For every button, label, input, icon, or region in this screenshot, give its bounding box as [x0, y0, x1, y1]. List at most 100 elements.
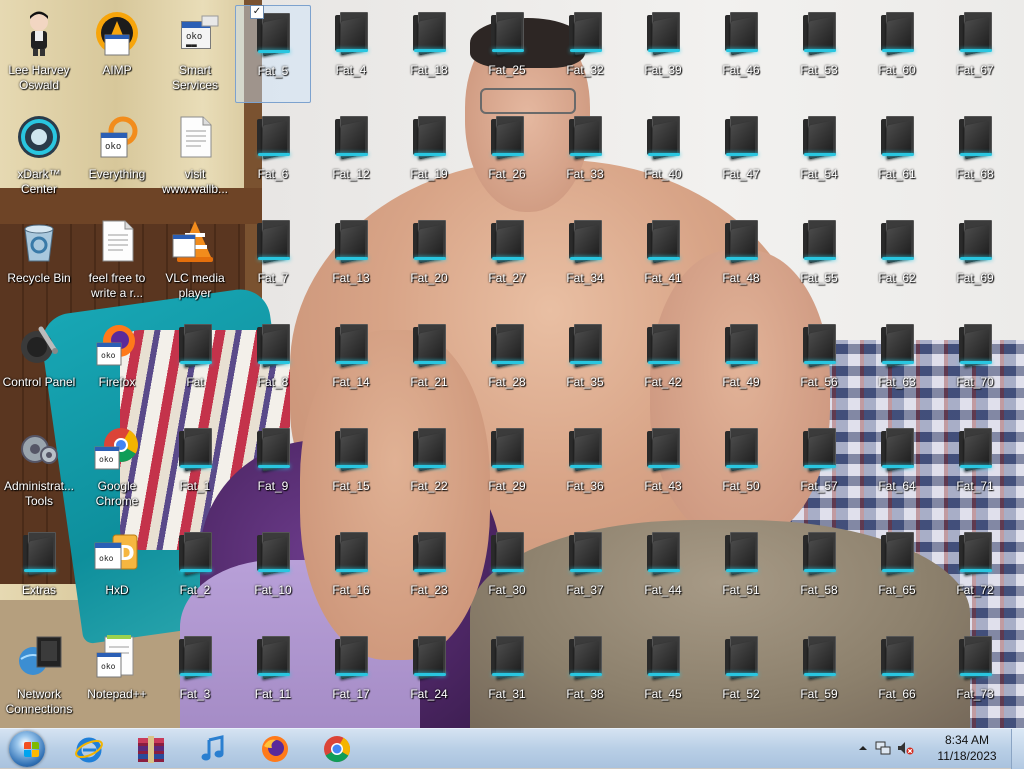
- desktop-icon-fat-72[interactable]: Fat_72: [937, 525, 1013, 623]
- desktop-icon-fat-64[interactable]: Fat_64: [859, 421, 935, 519]
- desktop-icon-fat-9[interactable]: Fat_9: [235, 421, 311, 519]
- desktop-icon-fat-35[interactable]: Fat_35: [547, 317, 623, 415]
- desktop-icon-fat-70[interactable]: Fat_70: [937, 317, 1013, 415]
- desktop-icon-visit-wallb[interactable]: visit www.wallb...: [157, 109, 233, 207]
- desktop-icon-fat-30[interactable]: Fat_30: [469, 525, 545, 623]
- desktop-icon-network-connections[interactable]: Network Connections: [1, 629, 77, 727]
- desktop-icon-fat-62[interactable]: Fat_62: [859, 213, 935, 311]
- desktop-icon-fat-40[interactable]: Fat_40: [625, 109, 701, 207]
- desktop-icon-fat-11[interactable]: Fat_11: [235, 629, 311, 727]
- desktop-icon-fat-66[interactable]: Fat_66: [859, 629, 935, 727]
- desktop-icon-smart-services[interactable]: oko ▬▬ Smart Services: [157, 5, 233, 103]
- desktop-icon-fat-36[interactable]: Fat_36: [547, 421, 623, 519]
- taskbar-itunes[interactable]: [186, 731, 240, 767]
- desktop-icon-fat-61[interactable]: Fat_61: [859, 109, 935, 207]
- desktop-icon-fat-34[interactable]: Fat_34: [547, 213, 623, 311]
- desktop-icon-hxd[interactable]: Doko HxD: [79, 525, 155, 623]
- desktop-icon-fat-22[interactable]: Fat_22: [391, 421, 467, 519]
- desktop-icon-fat-16[interactable]: Fat_16: [313, 525, 389, 623]
- desktop-icon-fat-56[interactable]: Fat_56: [781, 317, 857, 415]
- desktop-icon-fat-27[interactable]: Fat_27: [469, 213, 545, 311]
- desktop-icon-fat-54[interactable]: Fat_54: [781, 109, 857, 207]
- desktop-icon-fat-42[interactable]: Fat_42: [625, 317, 701, 415]
- tray-network[interactable]: [874, 739, 892, 757]
- desktop-icon-fat-38[interactable]: Fat_38: [547, 629, 623, 727]
- desktop-icon-fat-48[interactable]: Fat_48: [703, 213, 779, 311]
- desktop-icon-fat-7[interactable]: Fat_7: [235, 213, 311, 311]
- desktop-icon-fat-52[interactable]: Fat_52: [703, 629, 779, 727]
- desktop-icon-fat-21[interactable]: Fat_21: [391, 317, 467, 415]
- selection-checkbox[interactable]: ✓: [250, 5, 264, 19]
- desktop-icon-aimp[interactable]: AIMP: [79, 5, 155, 103]
- start-button[interactable]: [4, 729, 50, 769]
- desktop-icon-fat-15[interactable]: Fat_15: [313, 421, 389, 519]
- desktop-icon-recycle-bin[interactable]: Recycle Bin: [1, 213, 77, 311]
- taskbar-clock[interactable]: 8:34 AM 11/18/2023: [932, 732, 1002, 764]
- desktop-icon-fat-59[interactable]: Fat_59: [781, 629, 857, 727]
- desktop-icon-fat-63[interactable]: Fat_63: [859, 317, 935, 415]
- desktop-icon-fat-12[interactable]: Fat_12: [313, 109, 389, 207]
- desktop-icon-lee-harvey-oswald[interactable]: Lee Harvey Oswald: [1, 5, 77, 103]
- desktop-icon-fat-4[interactable]: Fat_4: [313, 5, 389, 103]
- desktop-icon-admin-tools[interactable]: Administrat... Tools: [1, 421, 77, 519]
- desktop-icon-fat-14[interactable]: Fat_14: [313, 317, 389, 415]
- desktop-icon-fat-17[interactable]: Fat_17: [313, 629, 389, 727]
- desktop-icon-fat-33[interactable]: Fat_33: [547, 109, 623, 207]
- desktop-icon-fat-53[interactable]: Fat_53: [781, 5, 857, 103]
- desktop-icon-fat-25[interactable]: Fat_25: [469, 5, 545, 103]
- desktop-icon-fat-58[interactable]: Fat_58: [781, 525, 857, 623]
- desktop-icon-fat-3[interactable]: Fat_3: [157, 629, 233, 727]
- desktop-icon-fat-51[interactable]: Fat_51: [703, 525, 779, 623]
- desktop-icon-fat-60[interactable]: Fat_60: [859, 5, 935, 103]
- desktop-icon-fat-73[interactable]: Fat_73: [937, 629, 1013, 727]
- desktop-icon-fat-23[interactable]: Fat_23: [391, 525, 467, 623]
- desktop-icon-fat-28[interactable]: Fat_28: [469, 317, 545, 415]
- desktop-icon-fat-45[interactable]: Fat_45: [625, 629, 701, 727]
- desktop-icon-fat-44[interactable]: Fat_44: [625, 525, 701, 623]
- desktop-icon-fat[interactable]: Fat: [157, 317, 233, 415]
- desktop-icon-fat-50[interactable]: Fat_50: [703, 421, 779, 519]
- desktop-icon-fat-39[interactable]: Fat_39: [625, 5, 701, 103]
- desktop-icon-fat-55[interactable]: Fat_55: [781, 213, 857, 311]
- desktop-icon-feel-free[interactable]: feel free to write a r...: [79, 213, 155, 311]
- desktop-icon-fat-47[interactable]: Fat_47: [703, 109, 779, 207]
- desktop-icon-fat-18[interactable]: Fat_18: [391, 5, 467, 103]
- taskbar-internet-explorer[interactable]: [62, 731, 116, 767]
- desktop-icon-fat-41[interactable]: Fat_41: [625, 213, 701, 311]
- desktop-icon-fat-67[interactable]: Fat_67: [937, 5, 1013, 103]
- desktop-icon-fat-71[interactable]: Fat_71: [937, 421, 1013, 519]
- desktop-icon-vlc[interactable]: VLC media player: [157, 213, 233, 311]
- desktop-icon-fat-69[interactable]: Fat_69: [937, 213, 1013, 311]
- desktop-icon-everything[interactable]: oko Everything: [79, 109, 155, 207]
- desktop-icon-fat-49[interactable]: Fat_49: [703, 317, 779, 415]
- desktop-icon-fat-24[interactable]: Fat_24: [391, 629, 467, 727]
- desktop-icon-fat-13[interactable]: Fat_13: [313, 213, 389, 311]
- desktop-icon-fat-20[interactable]: Fat_20: [391, 213, 467, 311]
- desktop-icon-fat-6[interactable]: Fat_6: [235, 109, 311, 207]
- desktop-icon-fat-8[interactable]: Fat_8: [235, 317, 311, 415]
- desktop-icon-xdark-center[interactable]: xDark™ Center: [1, 109, 77, 207]
- desktop-icon-control-panel[interactable]: Control Panel: [1, 317, 77, 415]
- tray-overflow-button[interactable]: [854, 739, 872, 757]
- desktop-icon-fat-57[interactable]: Fat_57: [781, 421, 857, 519]
- desktop-icon-fat-68[interactable]: Fat_68: [937, 109, 1013, 207]
- desktop-icon-fat-5[interactable]: ✓ Fat_5: [235, 5, 311, 103]
- taskbar-chrome[interactable]: [310, 731, 364, 767]
- desktop-icon-fat-10[interactable]: Fat_10: [235, 525, 311, 623]
- desktop-icon-fat-46[interactable]: Fat_46: [703, 5, 779, 103]
- desktop-icon-fat-29[interactable]: Fat_29: [469, 421, 545, 519]
- desktop-icon-fat-19[interactable]: Fat_19: [391, 109, 467, 207]
- desktop-icon-google-chrome[interactable]: oko Google Chrome: [79, 421, 155, 519]
- desktop-icon-fat-43[interactable]: Fat_43: [625, 421, 701, 519]
- desktop-icon-extras[interactable]: Extras: [1, 525, 77, 623]
- desktop-icon-fat-37[interactable]: Fat_37: [547, 525, 623, 623]
- desktop-icon-fat-1[interactable]: Fat_1: [157, 421, 233, 519]
- show-desktop-button[interactable]: [1011, 729, 1024, 769]
- taskbar-firefox[interactable]: [248, 731, 302, 767]
- desktop-icon-fat-32[interactable]: Fat_32: [547, 5, 623, 103]
- tray-volume[interactable]: [896, 739, 914, 757]
- desktop-icon-fat-31[interactable]: Fat_31: [469, 629, 545, 727]
- desktop-icon-firefox[interactable]: oko Firefox: [79, 317, 155, 415]
- desktop-icon-notepad-plus[interactable]: oko Notepad++: [79, 629, 155, 727]
- desktop-icon-fat-65[interactable]: Fat_65: [859, 525, 935, 623]
